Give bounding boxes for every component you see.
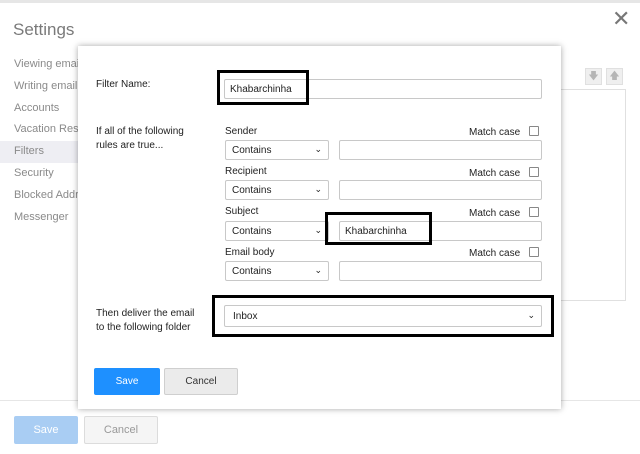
rule-field-label: Recipient (225, 166, 267, 177)
rule-operator-value: Contains (232, 185, 272, 196)
chevron-down-icon: ⌄ (314, 144, 322, 154)
rule-operator-select[interactable]: Contains ⌄ (225, 140, 329, 160)
rule-operator-value: Contains (232, 226, 272, 237)
close-icon[interactable]: ✕ (612, 8, 630, 30)
deliver-label-line2: to the following folder (96, 322, 191, 333)
rule-operator-value: Contains (232, 266, 272, 277)
chevron-down-icon: ⌄ (314, 265, 322, 275)
rule-operator-value: Contains (232, 145, 272, 156)
rule-operator-select[interactable]: Contains ⌄ (225, 221, 329, 241)
settings-sidebar: Viewing email Writing email Accounts Vac… (0, 54, 80, 228)
match-case-checkbox[interactable] (529, 207, 539, 217)
sidebar-item-blocked-addresses[interactable]: Blocked Addre (0, 185, 80, 207)
sidebar-item-filters[interactable]: Filters (0, 141, 80, 163)
rule-value-input[interactable] (339, 140, 542, 160)
highlight-box (212, 295, 554, 337)
rule-field-label: Sender (225, 126, 258, 137)
highlight-box (325, 212, 432, 245)
rule-operator-select[interactable]: Contains ⌄ (225, 261, 329, 281)
save-button[interactable]: Save (94, 368, 160, 395)
match-case-label: Match case (469, 208, 521, 219)
sidebar-item-security[interactable]: Security (0, 163, 80, 185)
rule-field-label: Email body (225, 247, 275, 258)
match-case-checkbox[interactable] (529, 247, 539, 257)
rules-label-line1: If all of the following (96, 126, 184, 137)
settings-cancel-button[interactable]: Cancel (84, 416, 158, 444)
chevron-down-icon: ⌄ (314, 184, 322, 194)
match-case-checkbox[interactable] (529, 167, 539, 177)
rule-value-input[interactable] (339, 261, 542, 281)
move-up-icon[interactable]: 🡅 (606, 68, 623, 85)
move-down-icon[interactable]: 🡇 (585, 68, 602, 85)
highlight-box (217, 70, 309, 105)
filter-dialog: Filter Name: Khabarchinha If all of the … (78, 46, 561, 409)
match-case-label: Match case (469, 168, 521, 179)
match-case-label: Match case (469, 127, 521, 138)
sidebar-item-vacation-response[interactable]: Vacation Resp (0, 119, 80, 141)
rule-field-label: Subject (225, 206, 259, 217)
settings-title: Settings (13, 20, 75, 39)
sidebar-item-writing-email[interactable]: Writing email (0, 76, 80, 98)
match-case-label: Match case (469, 248, 521, 259)
top-bar (0, 0, 640, 3)
rules-label-line2: rules are true... (96, 140, 164, 151)
sidebar-item-messenger[interactable]: Messenger (0, 207, 80, 229)
settings-save-button[interactable]: Save (14, 416, 78, 444)
match-case-checkbox[interactable] (529, 126, 539, 136)
sidebar-item-accounts[interactable]: Accounts (0, 98, 80, 120)
chevron-down-icon: ⌄ (314, 225, 322, 235)
filter-name-label: Filter Name: (96, 79, 151, 90)
cancel-button[interactable]: Cancel (164, 368, 238, 395)
rule-value-input[interactable] (339, 180, 542, 200)
sidebar-item-viewing-email[interactable]: Viewing email (0, 54, 80, 76)
rule-operator-select[interactable]: Contains ⌄ (225, 180, 329, 200)
deliver-label-line1: Then deliver the email (96, 308, 195, 319)
filters-list-panel (560, 89, 626, 301)
